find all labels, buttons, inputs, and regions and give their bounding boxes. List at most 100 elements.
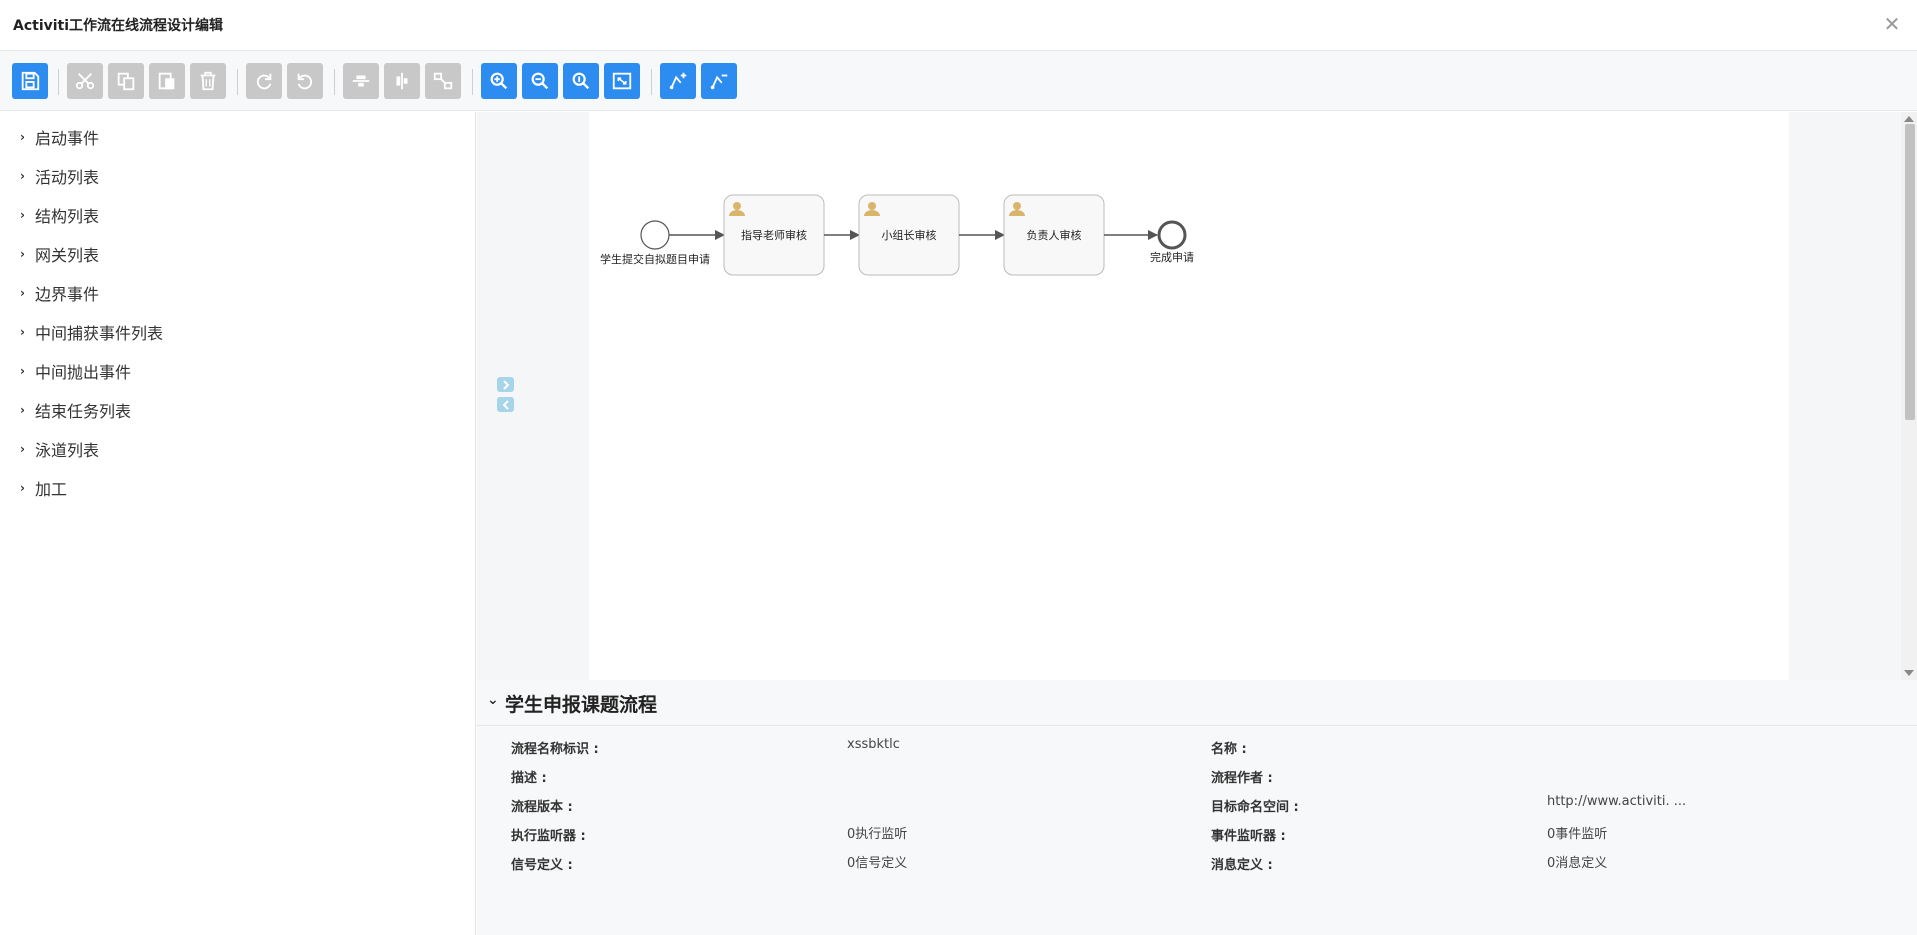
end-event-label: 完成申请: [1150, 250, 1194, 264]
save-icon: [21, 71, 40, 91]
title-bar: Activiti工作流在线流程设计编辑 ✕: [0, 0, 1917, 51]
task-label: 指导老师审核: [741, 228, 807, 242]
exec-listener-label: 执行监听器 :: [511, 829, 586, 844]
chevron-right-icon: [502, 379, 509, 390]
chevron-right-icon: ›: [20, 286, 25, 300]
scroll-up-icon[interactable]: [1904, 116, 1914, 122]
chevron-right-icon: ›: [20, 325, 25, 339]
window-title: Activiti工作流在线流程设计编辑: [13, 18, 224, 34]
shape-palette: › 启动事件 › 活动列表 › 结构列表 › 网关列表 › 边界事件 › 中间捕获事件列表 …: [0, 112, 476, 935]
close-icon[interactable]: ✕: [1881, 13, 1903, 35]
start-event-label: 学生提交自拟题目申请: [600, 252, 710, 266]
palette-swimlanes[interactable]: › 泳道列表: [20, 437, 99, 461]
exec-listener-value[interactable]: 0执行监听: [847, 823, 907, 842]
zoom-fit-button[interactable]: [604, 63, 640, 99]
palette-structures[interactable]: › 结构列表: [20, 203, 99, 227]
task-label: 小组长审核: [882, 228, 937, 242]
bpmn-diagram: 学生提交自拟题目申请 指导老师审核 小组长审核 负责人审核 完成申请: [600, 194, 1194, 276]
undo-icon: [297, 73, 313, 90]
namespace-value[interactable]: http://www.activiti. ...: [1547, 794, 1686, 809]
copy-icon: [117, 72, 135, 91]
remove-bendpoint-button[interactable]: [701, 63, 737, 99]
paste-button[interactable]: [149, 63, 185, 99]
chevron-right-icon: ›: [20, 169, 25, 183]
event-listener-value[interactable]: 0事件监听: [1547, 823, 1607, 842]
redo-button[interactable]: [246, 63, 282, 99]
description-label: 描述 :: [511, 771, 547, 786]
namespace-label: 目标命名空间 :: [1211, 800, 1299, 815]
palette-intermediate-throw[interactable]: › 中间抛出事件: [20, 359, 131, 383]
zoom-actual-icon: [572, 72, 590, 90]
palette-activities[interactable]: › 活动列表: [20, 164, 99, 188]
chevron-right-icon: ›: [20, 442, 25, 456]
palette-boundary-events[interactable]: › 边界事件: [20, 281, 99, 305]
zoom-out-icon: [531, 72, 549, 90]
diagram-canvas[interactable]: 学生提交自拟题目申请 指导老师审核 小组长审核 负责人审核 完成申请: [589, 112, 1789, 680]
palette-intermediate-catch[interactable]: › 中间捕获事件列表: [20, 320, 163, 344]
same-size-icon: [433, 72, 453, 90]
palette-item-label: 边界事件: [35, 285, 100, 304]
zoom-in-button[interactable]: [481, 63, 517, 99]
palette-start-events[interactable]: › 启动事件: [20, 125, 99, 149]
message-value[interactable]: 0消息定义: [1547, 852, 1607, 871]
chevron-right-icon: ›: [20, 247, 25, 261]
add-bendpoint-button[interactable]: [660, 63, 696, 99]
user-task[interactable]: 小组长审核: [858, 194, 960, 276]
cut-button[interactable]: [67, 63, 103, 99]
task-label: 负责人审核: [1027, 228, 1082, 242]
chevron-right-icon: ›: [20, 481, 25, 495]
chevron-right-icon: ›: [20, 403, 25, 417]
palette-processing[interactable]: › 加工: [20, 476, 67, 500]
zoom-actual-button[interactable]: [563, 63, 599, 99]
same-size-button[interactable]: [425, 63, 461, 99]
end-event[interactable]: [1157, 220, 1187, 250]
toolbar-separator: [237, 69, 238, 95]
remove-bendpoint-icon: [710, 74, 728, 90]
zoom-in-icon: [490, 72, 508, 90]
delete-icon: [200, 71, 216, 91]
canvas-scrollbar[interactable]: [1901, 112, 1917, 680]
palette-item-label: 加工: [35, 480, 68, 499]
palette-item-label: 活动列表: [35, 168, 100, 187]
signal-value[interactable]: 0信号定义: [847, 852, 907, 871]
align-vertical-button[interactable]: [343, 63, 379, 99]
palette-item-label: 中间抛出事件: [35, 363, 132, 382]
cut-icon: [75, 73, 95, 90]
zoom-out-button[interactable]: [522, 63, 558, 99]
user-task[interactable]: 指导老师审核: [723, 194, 825, 276]
event-listener-label: 事件监听器 :: [1211, 829, 1286, 844]
version-label: 流程版本 :: [511, 800, 573, 815]
scrollbar-thumb[interactable]: [1905, 124, 1915, 420]
align-horizontal-button[interactable]: [384, 63, 420, 99]
save-button[interactable]: [12, 63, 48, 99]
author-label: 流程作者 :: [1211, 771, 1273, 786]
add-bendpoint-icon: [669, 72, 687, 90]
chevron-left-icon: [502, 399, 509, 410]
palette-item-label: 结束任务列表: [35, 402, 132, 421]
process-id-value[interactable]: xssbktlc: [847, 737, 900, 752]
delete-button[interactable]: [190, 63, 226, 99]
undo-button[interactable]: [287, 63, 323, 99]
align-vertical-icon: [352, 75, 370, 87]
palette-item-label: 泳道列表: [35, 441, 100, 460]
palette-end-events[interactable]: › 结束任务列表: [20, 398, 131, 422]
chevron-right-icon: ›: [20, 130, 25, 144]
toolbar-separator: [58, 69, 59, 95]
message-label: 消息定义 :: [1211, 858, 1273, 873]
toolbar: [0, 51, 1917, 111]
toolbar-separator: [334, 69, 335, 95]
scroll-down-icon[interactable]: [1904, 670, 1914, 676]
toolbar-separator: [651, 69, 652, 95]
properties-header[interactable]: ⌄ 学生申报课题流程: [477, 680, 1917, 726]
palette-item-label: 结构列表: [35, 207, 100, 226]
collapse-panel-button[interactable]: [497, 397, 514, 412]
chevron-right-icon: ›: [20, 208, 25, 222]
copy-button[interactable]: [108, 63, 144, 99]
palette-item-label: 网关列表: [35, 246, 100, 265]
user-task[interactable]: 负责人审核: [1003, 194, 1105, 276]
start-event[interactable]: [640, 220, 670, 250]
align-horizontal-icon: [396, 72, 408, 90]
palette-gateways[interactable]: › 网关列表: [20, 242, 99, 266]
expand-panel-button[interactable]: [497, 377, 514, 392]
chevron-right-icon: ›: [20, 364, 25, 378]
